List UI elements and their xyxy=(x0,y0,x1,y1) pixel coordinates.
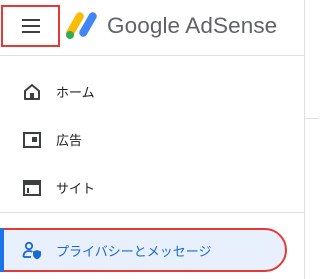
sidebar-item-label: 広告 xyxy=(56,133,83,149)
vertical-divider xyxy=(304,0,305,279)
adsense-logo[interactable]: Google AdSense xyxy=(64,6,277,46)
main-menu-button[interactable] xyxy=(1,5,60,47)
header-divider xyxy=(0,55,304,56)
home-icon xyxy=(22,82,42,102)
sidebar-item-home[interactable]: ホーム xyxy=(0,71,304,111)
app-header: Google AdSense xyxy=(0,0,319,55)
content-divider xyxy=(305,118,319,119)
app-name: Google AdSense xyxy=(107,13,278,38)
sidebar-item-ads[interactable]: 広告 xyxy=(0,119,304,159)
sidebar-item-sites[interactable]: サイト xyxy=(0,167,304,207)
privacy-messaging-icon xyxy=(22,240,42,260)
sidebar-item-label: プライバシーとメッセージ xyxy=(56,244,212,260)
hamburger-menu-icon xyxy=(21,19,40,33)
sidebar-item-label: サイト xyxy=(56,181,96,197)
sites-icon xyxy=(22,178,42,198)
sidebar-item-privacy-messaging[interactable]: プライバシーとメッセージ xyxy=(0,228,287,272)
nav-divider xyxy=(0,212,304,213)
adsense-logo-icon xyxy=(66,12,97,39)
ads-icon xyxy=(22,130,42,150)
sidebar-item-label: ホーム xyxy=(56,85,95,101)
